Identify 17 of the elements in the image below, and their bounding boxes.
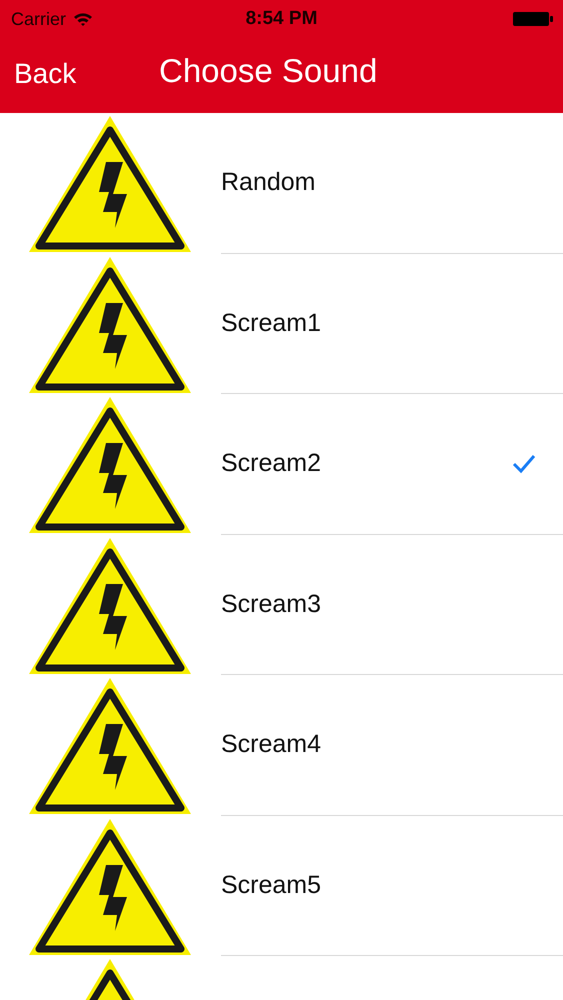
lightning-warning-icon <box>27 536 193 676</box>
lightning-warning-icon <box>27 676 193 816</box>
lightning-warning-icon <box>27 254 193 394</box>
sound-label: Random <box>221 168 316 198</box>
sound-label: Scream3 <box>221 590 322 619</box>
sound-label: Scream1 <box>221 308 322 338</box>
lightning-warning-icon <box>27 114 193 254</box>
screen-title: Choose Sound <box>159 52 378 90</box>
sound-label: Scream4 <box>221 730 322 760</box>
lightning-warning-icon <box>27 395 193 535</box>
sound-label: Scream5 <box>221 870 322 900</box>
back-button[interactable]: Back <box>0 58 76 90</box>
battery-icon <box>513 11 553 27</box>
status-time: 8:54 PM <box>246 8 318 30</box>
wifi-icon <box>73 12 94 26</box>
carrier-label: Carrier <box>11 8 66 30</box>
sound-label: Scream2 <box>221 449 322 478</box>
